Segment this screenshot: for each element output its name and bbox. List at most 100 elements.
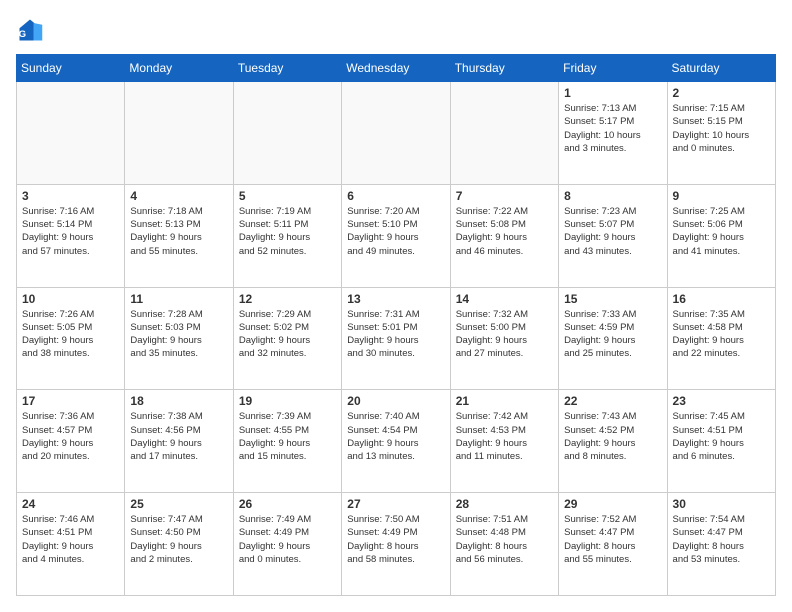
day-info: Sunrise: 7:33 AM Sunset: 4:59 PM Dayligh… [564,308,661,361]
calendar-cell: 9 Sunrise: 7:25 AM Sunset: 5:06 PM Daylig… [667,184,775,287]
day-info: Sunrise: 7:39 AM Sunset: 4:55 PM Dayligh… [239,410,336,463]
day-number: 3 [22,189,119,203]
day-info: Sunrise: 7:52 AM Sunset: 4:47 PM Dayligh… [564,513,661,566]
calendar-cell: 5 Sunrise: 7:19 AM Sunset: 5:11 PM Daylig… [233,184,341,287]
logo: G [16,16,46,44]
weekday-header-friday: Friday [559,55,667,82]
calendar-cell [342,82,450,185]
day-number: 20 [347,394,444,408]
calendar-cell: 10 Sunrise: 7:26 AM Sunset: 5:05 PM Dayli… [17,287,125,390]
calendar-cell: 22 Sunrise: 7:43 AM Sunset: 4:52 PM Dayli… [559,390,667,493]
day-number: 30 [673,497,770,511]
day-info: Sunrise: 7:35 AM Sunset: 4:58 PM Dayligh… [673,308,770,361]
calendar-cell: 2 Sunrise: 7:15 AM Sunset: 5:15 PM Daylig… [667,82,775,185]
weekday-header-sunday: Sunday [17,55,125,82]
day-info: Sunrise: 7:50 AM Sunset: 4:49 PM Dayligh… [347,513,444,566]
day-info: Sunrise: 7:38 AM Sunset: 4:56 PM Dayligh… [130,410,227,463]
day-number: 29 [564,497,661,511]
calendar-table: SundayMondayTuesdayWednesdayThursdayFrid… [16,54,776,596]
calendar-cell: 14 Sunrise: 7:32 AM Sunset: 5:00 PM Dayli… [450,287,558,390]
day-info: Sunrise: 7:54 AM Sunset: 4:47 PM Dayligh… [673,513,770,566]
day-number: 23 [673,394,770,408]
logo-icon: G [16,16,44,44]
day-info: Sunrise: 7:36 AM Sunset: 4:57 PM Dayligh… [22,410,119,463]
calendar-cell: 20 Sunrise: 7:40 AM Sunset: 4:54 PM Dayli… [342,390,450,493]
day-info: Sunrise: 7:16 AM Sunset: 5:14 PM Dayligh… [22,205,119,258]
calendar-cell: 24 Sunrise: 7:46 AM Sunset: 4:51 PM Dayli… [17,493,125,596]
calendar-cell: 16 Sunrise: 7:35 AM Sunset: 4:58 PM Dayli… [667,287,775,390]
calendar-cell [450,82,558,185]
day-info: Sunrise: 7:32 AM Sunset: 5:00 PM Dayligh… [456,308,553,361]
day-number: 11 [130,292,227,306]
calendar-cell: 25 Sunrise: 7:47 AM Sunset: 4:50 PM Dayli… [125,493,233,596]
calendar-cell: 6 Sunrise: 7:20 AM Sunset: 5:10 PM Daylig… [342,184,450,287]
calendar-cell: 28Sunrise: 7:51 AM Sunset: 4:48 PM Dayli… [450,493,558,596]
week-row-4: 17 Sunrise: 7:36 AM Sunset: 4:57 PM Dayli… [17,390,776,493]
day-number: 21 [456,394,553,408]
calendar-cell: 27 Sunrise: 7:50 AM Sunset: 4:49 PM Dayli… [342,493,450,596]
calendar-cell [125,82,233,185]
day-info: Sunrise: 7:29 AM Sunset: 5:02 PM Dayligh… [239,308,336,361]
day-number: 9 [673,189,770,203]
day-number: 18 [130,394,227,408]
day-number: 14 [456,292,553,306]
day-number: 4 [130,189,227,203]
weekday-header-monday: Monday [125,55,233,82]
day-number: 16 [673,292,770,306]
weekday-header-thursday: Thursday [450,55,558,82]
day-number: 28 [456,497,553,511]
week-row-3: 10 Sunrise: 7:26 AM Sunset: 5:05 PM Dayli… [17,287,776,390]
day-info: Sunrise: 7:25 AM Sunset: 5:06 PM Dayligh… [673,205,770,258]
weekday-header-tuesday: Tuesday [233,55,341,82]
day-number: 8 [564,189,661,203]
day-info: Sunrise: 7:15 AM Sunset: 5:15 PM Dayligh… [673,102,770,155]
day-info: Sunrise: 7:49 AM Sunset: 4:49 PM Dayligh… [239,513,336,566]
day-info: Sunrise: 7:42 AM Sunset: 4:53 PM Dayligh… [456,410,553,463]
day-number: 2 [673,86,770,100]
calendar-cell [233,82,341,185]
calendar-cell: 18 Sunrise: 7:38 AM Sunset: 4:56 PM Dayli… [125,390,233,493]
day-info: Sunrise: 7:40 AM Sunset: 4:54 PM Dayligh… [347,410,444,463]
weekday-header-saturday: Saturday [667,55,775,82]
day-info: Sunrise: 7:19 AM Sunset: 5:11 PM Dayligh… [239,205,336,258]
calendar-cell: 30 Sunrise: 7:54 AM Sunset: 4:47 PM Dayli… [667,493,775,596]
calendar-cell: 29 Sunrise: 7:52 AM Sunset: 4:47 PM Dayli… [559,493,667,596]
day-info: Sunrise: 7:31 AM Sunset: 5:01 PM Dayligh… [347,308,444,361]
header: G [16,16,776,44]
day-number: 22 [564,394,661,408]
day-info: Sunrise: 7:13 AM Sunset: 5:17 PM Dayligh… [564,102,661,155]
day-number: 24 [22,497,119,511]
day-info: Sunrise: 7:26 AM Sunset: 5:05 PM Dayligh… [22,308,119,361]
day-number: 26 [239,497,336,511]
day-number: 17 [22,394,119,408]
day-number: 12 [239,292,336,306]
day-info: Sunrise: 7:22 AM Sunset: 5:08 PM Dayligh… [456,205,553,258]
day-number: 15 [564,292,661,306]
day-number: 19 [239,394,336,408]
weekday-header-wednesday: Wednesday [342,55,450,82]
day-number: 10 [22,292,119,306]
day-number: 6 [347,189,444,203]
calendar-cell: 23Sunrise: 7:45 AM Sunset: 4:51 PM Dayli… [667,390,775,493]
day-number: 25 [130,497,227,511]
day-info: Sunrise: 7:43 AM Sunset: 4:52 PM Dayligh… [564,410,661,463]
week-row-1: 1Sunrise: 7:13 AM Sunset: 5:17 PM Daylig… [17,82,776,185]
day-number: 27 [347,497,444,511]
day-info: Sunrise: 7:28 AM Sunset: 5:03 PM Dayligh… [130,308,227,361]
calendar-cell: 8 Sunrise: 7:23 AM Sunset: 5:07 PM Daylig… [559,184,667,287]
calendar-cell: 1Sunrise: 7:13 AM Sunset: 5:17 PM Daylig… [559,82,667,185]
day-info: Sunrise: 7:23 AM Sunset: 5:07 PM Dayligh… [564,205,661,258]
day-info: Sunrise: 7:20 AM Sunset: 5:10 PM Dayligh… [347,205,444,258]
calendar-cell: 15 Sunrise: 7:33 AM Sunset: 4:59 PM Dayli… [559,287,667,390]
calendar-cell: 7Sunrise: 7:22 AM Sunset: 5:08 PM Daylig… [450,184,558,287]
week-row-2: 3 Sunrise: 7:16 AM Sunset: 5:14 PM Daylig… [17,184,776,287]
calendar-cell [17,82,125,185]
calendar-cell: 3 Sunrise: 7:16 AM Sunset: 5:14 PM Daylig… [17,184,125,287]
day-info: Sunrise: 7:47 AM Sunset: 4:50 PM Dayligh… [130,513,227,566]
day-number: 5 [239,189,336,203]
calendar-cell: 12 Sunrise: 7:29 AM Sunset: 5:02 PM Dayli… [233,287,341,390]
svg-text:G: G [19,29,26,40]
calendar-cell: 17 Sunrise: 7:36 AM Sunset: 4:57 PM Dayli… [17,390,125,493]
day-info: Sunrise: 7:46 AM Sunset: 4:51 PM Dayligh… [22,513,119,566]
calendar-cell: 26 Sunrise: 7:49 AM Sunset: 4:49 PM Dayli… [233,493,341,596]
